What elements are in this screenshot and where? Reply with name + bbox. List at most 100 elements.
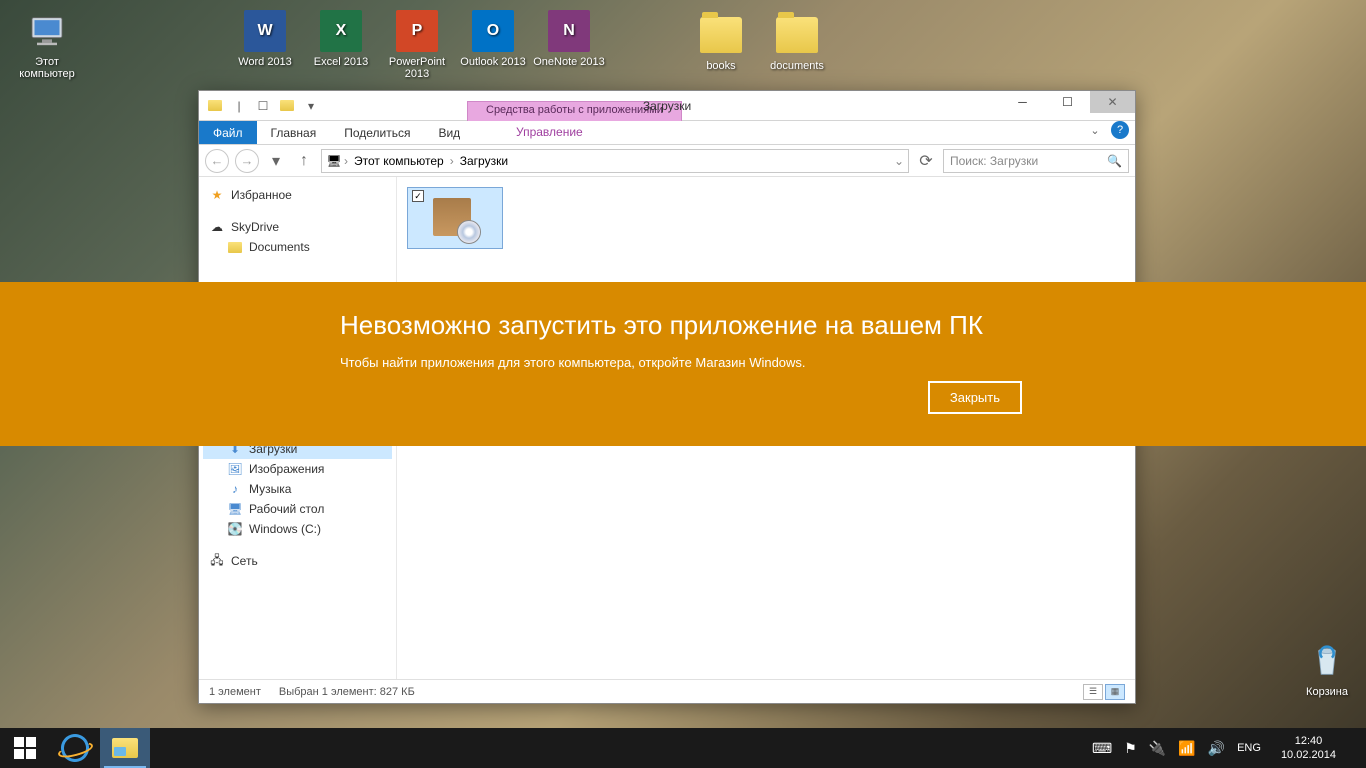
search-placeholder: Поиск: Загрузки — [950, 154, 1038, 168]
nav-pictures[interactable]: 🖼Изображения — [203, 459, 392, 479]
status-selection: Выбран 1 элемент: 827 КБ — [279, 686, 415, 698]
nav-network[interactable]: 🖧Сеть — [203, 551, 392, 571]
pictures-icon: 🖼 — [227, 461, 243, 477]
desktop-icon-powerpoint[interactable]: P PowerPoint 2013 — [380, 10, 454, 80]
installer-icon — [429, 192, 481, 244]
desktop-icon-onenote[interactable]: N OneNote 2013 — [532, 10, 606, 68]
minimize-button[interactable]: ─ — [1000, 91, 1045, 113]
nav-back-button[interactable]: ← — [205, 149, 229, 173]
ribbon-tab-share[interactable]: Поделиться — [330, 121, 424, 144]
breadcrumb-segment[interactable]: Загрузки — [456, 154, 512, 168]
statusbar: 1 элемент Выбран 1 элемент: 827 КБ ☰ ▦ — [199, 679, 1135, 703]
qat-properties-icon[interactable]: ☐ — [253, 96, 273, 116]
breadcrumb-dropdown-icon[interactable]: ⌄ — [894, 154, 904, 168]
star-icon: ★ — [209, 187, 225, 203]
keyboard-icon[interactable]: ⌨ — [1092, 740, 1112, 757]
ribbon-tab-view[interactable]: Вид — [424, 121, 474, 144]
qat-new-folder-icon[interactable] — [277, 96, 297, 116]
drive-icon: 💽 — [227, 521, 243, 537]
nav-favorites[interactable]: ★Избранное — [203, 185, 392, 205]
ribbon-tab-file[interactable]: Файл — [199, 121, 257, 144]
tray-clock[interactable]: 12:40 10.02.2014 — [1273, 734, 1344, 763]
power-icon[interactable]: 🔌 — [1149, 740, 1166, 757]
desktop-icon-documents-folder[interactable]: documents — [760, 14, 834, 72]
file-item-installer[interactable]: ✓ — [407, 187, 503, 249]
action-center-icon[interactable]: ⚑ — [1124, 740, 1137, 757]
view-icons-button[interactable]: ▦ — [1105, 684, 1125, 700]
chevron-right-icon[interactable]: › — [450, 154, 454, 168]
network-signal-icon[interactable]: 📶 — [1178, 740, 1195, 757]
windows-logo-icon — [14, 737, 36, 759]
desktop-icon-label: Корзина — [1306, 686, 1348, 698]
network-icon: 🖧 — [209, 553, 225, 569]
status-item-count: 1 элемент — [209, 686, 261, 698]
powerpoint-icon: P — [396, 10, 438, 52]
nav-drive-c[interactable]: 💽Windows (C:) — [203, 519, 392, 539]
qat-folder-icon[interactable] — [205, 96, 225, 116]
nav-music[interactable]: ♪Музыка — [203, 479, 392, 499]
cloud-icon: ☁ — [209, 219, 225, 235]
start-button[interactable] — [0, 728, 50, 768]
desktop-icon: 🖥 — [227, 501, 243, 517]
chevron-right-icon[interactable]: › — [344, 154, 348, 168]
excel-icon: X — [320, 10, 362, 52]
nav-skydrive[interactable]: ☁SkyDrive — [203, 217, 392, 237]
titlebar[interactable]: | ☐ ▾ Средства работы с приложениями Заг… — [199, 91, 1135, 121]
recycle-bin-icon — [1306, 640, 1348, 682]
file-checkbox[interactable]: ✓ — [412, 190, 424, 202]
ribbon-tab-manage[interactable]: Управление — [502, 121, 597, 143]
breadcrumb-segment[interactable]: Этот компьютер — [350, 154, 448, 168]
close-button[interactable]: ✕ — [1090, 91, 1135, 113]
outlook-icon: O — [472, 10, 514, 52]
computer-icon — [26, 10, 68, 52]
language-indicator[interactable]: ENG — [1237, 742, 1261, 754]
file-explorer-icon — [112, 738, 138, 758]
ribbon-expand-icon[interactable]: ⌄ — [1087, 122, 1103, 138]
qat-dropdown-icon[interactable]: ▾ — [301, 96, 321, 116]
desktop-icon-label: books — [706, 60, 735, 72]
addressbar: ← → ▾ ↑ 🖥 › Этот компьютер › Загрузки ⌄ … — [199, 145, 1135, 177]
desktop-icon-this-pc[interactable]: Этот компьютер — [10, 10, 84, 80]
nav-up-button[interactable]: ↑ — [293, 150, 315, 172]
search-input[interactable]: Поиск: Загрузки 🔍 — [943, 149, 1129, 173]
search-icon[interactable]: 🔍 — [1107, 154, 1122, 168]
volume-icon[interactable]: 🔊 — [1208, 740, 1225, 757]
folder-icon — [700, 17, 742, 53]
desktop-icon-label: PowerPoint 2013 — [380, 56, 454, 80]
banner-close-button[interactable]: Закрыть — [928, 381, 1022, 414]
error-banner: Невозможно запустить это приложение на в… — [0, 282, 1366, 446]
desktop-icon-recycle-bin[interactable]: Корзина — [1290, 640, 1364, 698]
desktop-icon-excel[interactable]: X Excel 2013 — [304, 10, 378, 68]
desktop-icon-word[interactable]: W Word 2013 — [228, 10, 302, 68]
maximize-button[interactable]: ☐ — [1045, 91, 1090, 113]
window-title: Загрузки — [643, 99, 691, 113]
nav-history-dropdown[interactable]: ▾ — [265, 150, 287, 172]
help-icon[interactable]: ? — [1111, 121, 1129, 139]
taskbar-ie-button[interactable] — [50, 728, 100, 768]
breadcrumb-bar[interactable]: 🖥 › Этот компьютер › Загрузки ⌄ — [321, 149, 909, 173]
taskbar: ⌨ ⚑ 🔌 📶 🔊 ENG 12:40 10.02.2014 — [0, 728, 1366, 768]
desktop-icon-label: documents — [770, 60, 824, 72]
clock-time: 12:40 — [1281, 734, 1336, 748]
clock-date: 10.02.2014 — [1281, 748, 1336, 762]
onenote-icon: N — [548, 10, 590, 52]
desktop-icon-books-folder[interactable]: books — [684, 14, 758, 72]
banner-message: Чтобы найти приложения для этого компьют… — [340, 355, 1026, 370]
folder-icon — [227, 239, 243, 255]
ribbon-tab-home[interactable]: Главная — [257, 121, 331, 144]
refresh-button[interactable]: ⟳ — [915, 150, 937, 172]
computer-icon: 🖥 — [326, 153, 342, 169]
folder-icon — [776, 17, 818, 53]
desktop-icon-label: OneNote 2013 — [533, 56, 605, 68]
view-details-button[interactable]: ☰ — [1083, 684, 1103, 700]
ie-icon — [58, 731, 92, 765]
desktop-icon-label: Этот компьютер — [19, 56, 74, 80]
qat-separator-icon: | — [229, 96, 249, 116]
nav-skydrive-documents[interactable]: Documents — [203, 237, 392, 257]
taskbar-explorer-button[interactable] — [100, 728, 150, 768]
nav-desktop[interactable]: 🖥Рабочий стол — [203, 499, 392, 519]
ribbon-tabs: Файл Главная Поделиться Вид Управление ⌄… — [199, 121, 1135, 145]
nav-forward-button[interactable]: → — [235, 149, 259, 173]
desktop-icon-outlook[interactable]: O Outlook 2013 — [456, 10, 530, 68]
desktop-icon-label: Outlook 2013 — [460, 56, 525, 68]
